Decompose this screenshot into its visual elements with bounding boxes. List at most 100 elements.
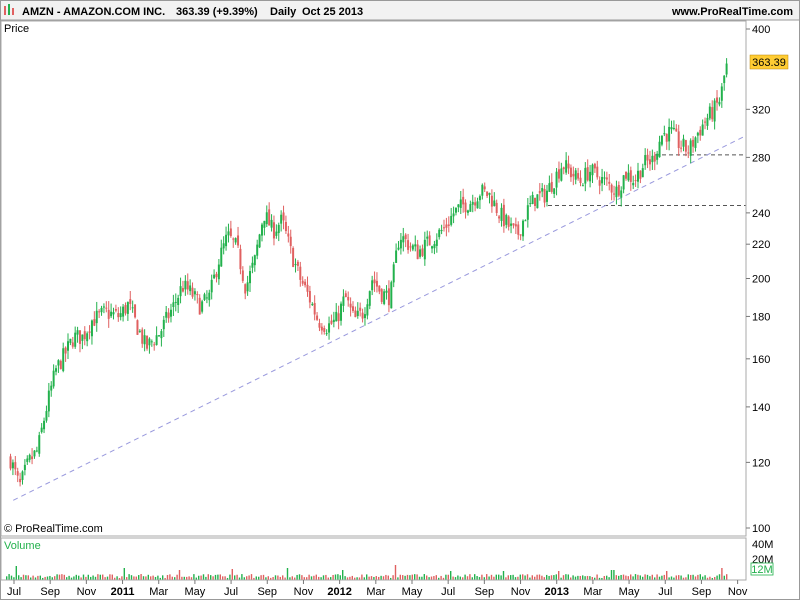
volume-bar [274, 575, 277, 580]
volume-bar [651, 574, 653, 580]
price-tick-label: 240 [752, 208, 770, 220]
volume-bar [433, 576, 435, 580]
volume-bar [406, 574, 409, 580]
volume-bar [250, 574, 253, 580]
volume-bar [6, 576, 8, 580]
volume-bar [82, 574, 85, 580]
volume-bar [589, 576, 591, 580]
volume-bar [618, 575, 620, 580]
volume-bar [622, 574, 625, 580]
volume-bar [200, 575, 202, 580]
price-tick-label: 120 [752, 457, 770, 469]
volume-bar [522, 574, 524, 580]
volume-bar [447, 574, 449, 580]
volume-bar [464, 574, 466, 580]
volume-bar [123, 568, 125, 580]
volume-bar [133, 576, 135, 580]
price-panel[interactable]: Price © ProRealTime.com [0, 20, 747, 537]
volume-bar [217, 574, 219, 580]
candle-up [258, 233, 261, 249]
time-tick-label: 2011 [111, 586, 135, 598]
time-tick-label: May [619, 586, 640, 598]
volume-bar [666, 571, 668, 580]
candle-down [136, 319, 139, 335]
volume-bar [452, 576, 454, 580]
volume-bar [392, 575, 394, 580]
price-tag-value: 363.39 [752, 57, 786, 69]
volume-bar [380, 575, 382, 580]
volume-bar [723, 575, 725, 580]
volume-bar [502, 571, 505, 580]
price-tick-label: 200 [752, 274, 770, 286]
volume-bar [49, 575, 51, 580]
time-tick-label: Nov [77, 586, 97, 598]
volume-bar [466, 576, 469, 580]
volume-bar [500, 575, 502, 580]
volume-bar [476, 576, 478, 580]
volume-bar [54, 576, 56, 580]
volume-bar [634, 574, 637, 580]
volume-bar [519, 574, 521, 580]
website-link[interactable]: www.ProRealTime.com [671, 6, 793, 18]
time-tick-label: Nov [294, 586, 314, 598]
volume-bar [536, 574, 538, 580]
volume-bar [207, 574, 209, 580]
volume-bar [128, 574, 130, 580]
volume-bar [699, 574, 701, 580]
volume-bar [121, 576, 123, 580]
volume-bar [704, 575, 706, 580]
volume-bar [579, 575, 581, 580]
volume-bar [469, 574, 471, 580]
candle-down [146, 335, 149, 351]
volume-bar [8, 574, 10, 580]
volume-bar [260, 575, 262, 580]
volume-bar [339, 575, 341, 580]
volume-bar [296, 574, 298, 580]
volume-bar [255, 576, 257, 580]
stock-chart[interactable]: AMZN - AMAZON.COM INC. 363.39 (+9.39%) D… [0, 0, 800, 600]
volume-bar [498, 574, 500, 580]
volume-bar [574, 576, 577, 580]
volume-bar [241, 574, 243, 580]
volume-bar [548, 575, 550, 580]
volume-bar [546, 574, 548, 580]
current-price-tag: 363.39 [749, 54, 789, 70]
volume-bar [550, 575, 553, 580]
volume-bar [610, 570, 613, 580]
volume-bar [229, 574, 231, 580]
volume-bar [212, 576, 214, 580]
volume-bar [193, 574, 195, 580]
price-tick-label: 400 [752, 24, 770, 36]
volume-bar [130, 575, 133, 580]
volume-bar [632, 576, 634, 580]
volume-bar [87, 574, 89, 580]
volume-bar [138, 575, 140, 580]
volume-bar [262, 574, 265, 580]
volume-bar [231, 569, 233, 580]
price-tick-label: 280 [752, 152, 770, 164]
volume-bar [690, 574, 692, 580]
volume-panel[interactable]: Volume [0, 537, 747, 581]
time-tick-label: Jul [7, 586, 21, 598]
volume-bar [73, 576, 75, 580]
volume-bar [106, 576, 109, 580]
volume-bar [366, 574, 368, 580]
volume-bar [315, 574, 317, 580]
volume-bar [116, 576, 118, 580]
volume-bar [637, 574, 639, 580]
volume-panel-label: Volume [4, 540, 41, 552]
volume-bar [150, 576, 152, 580]
candle-down [380, 288, 383, 305]
time-tick-label: Jul [658, 586, 672, 598]
volume-bar [39, 575, 41, 580]
candle-down [59, 359, 62, 370]
volume-bar [507, 575, 509, 580]
time-tick-label: 2013 [544, 586, 568, 598]
volume-bar [140, 574, 142, 580]
volume-bar [135, 576, 137, 580]
price-tick-label: 320 [752, 104, 770, 116]
volume-bar [486, 574, 488, 580]
volume-bar [716, 575, 718, 580]
volume-bar [490, 574, 493, 580]
volume-bar [488, 576, 490, 580]
